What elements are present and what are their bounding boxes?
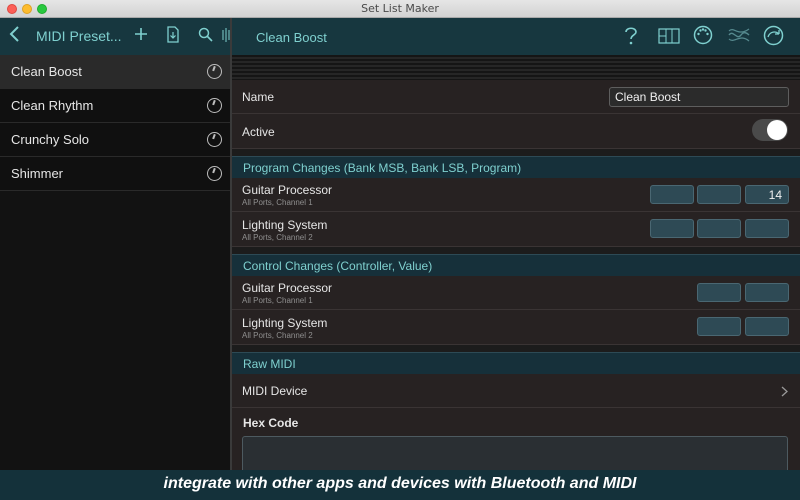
device-name: Guitar Processor <box>242 183 333 197</box>
program-changes-section-header: Program Changes (Bank MSB, Bank LSB, Pro… <box>232 156 800 178</box>
midi-connector-icon[interactable] <box>693 25 713 50</box>
sync-icon[interactable] <box>763 25 784 51</box>
midi-knob-icon <box>207 64 222 79</box>
program-field[interactable]: 14 <box>745 185 789 204</box>
device-name: Guitar Processor <box>242 281 333 295</box>
device-name: Lighting System <box>242 218 328 232</box>
active-row: Active <box>232 114 800 149</box>
title-bar: Set List Maker <box>0 0 800 18</box>
control-change-row: Lighting System All Ports, Channel 2 <box>232 310 800 345</box>
promo-caption: integrate with other apps and devices wi… <box>0 470 800 500</box>
bank-lsb-field[interactable] <box>697 185 741 204</box>
back-icon[interactable] <box>8 25 22 47</box>
control-changes-section-header: Control Changes (Controller, Value) <box>232 254 800 276</box>
preset-list-item[interactable]: Crunchy Solo <box>0 123 230 157</box>
midi-knob-icon <box>207 98 222 113</box>
midi-device-label: MIDI Device <box>242 384 308 398</box>
preset-list-header: MIDI Preset... <box>0 18 230 55</box>
value-field[interactable] <box>745 317 789 336</box>
program-change-row: Lighting System All Ports, Channel 2 <box>232 212 800 247</box>
bank-msb-field[interactable] <box>650 185 694 204</box>
device-port-channel: All Ports, Channel 1 <box>242 296 313 305</box>
raw-midi-section-header: Raw MIDI <box>232 352 800 374</box>
device-name: Lighting System <box>242 316 328 330</box>
program-field[interactable] <box>745 219 789 238</box>
preset-list-item[interactable]: Clean Rhythm <box>0 89 230 123</box>
header-divider-stripe <box>232 55 800 80</box>
program-change-row: Guitar Processor All Ports, Channel 1 14 <box>232 178 800 212</box>
preset-list-item[interactable]: Clean Boost <box>0 55 230 89</box>
device-port-channel: All Ports, Channel 1 <box>242 198 313 207</box>
sidebar-resize-handle-icon[interactable] <box>222 28 230 47</box>
preset-list-item[interactable]: Shimmer <box>0 157 230 191</box>
control-changes-header: Control Changes (Controller, Value) <box>243 259 433 273</box>
active-label: Active <box>242 125 275 139</box>
midi-knob-icon <box>207 132 222 147</box>
raw-midi-header: Raw MIDI <box>243 357 296 371</box>
hex-code-label: Hex Code <box>243 416 299 430</box>
detail-title: Clean Boost <box>256 30 327 45</box>
hex-code-input[interactable] <box>242 436 788 470</box>
controller-field[interactable] <box>697 317 741 336</box>
toggle-thumb <box>767 120 787 140</box>
active-toggle[interactable] <box>752 119 788 141</box>
preset-list: Clean Boost Clean Rhythm Crunchy Solo Sh… <box>0 55 230 470</box>
preset-name: Shimmer <box>11 166 64 181</box>
search-icon[interactable] <box>198 27 213 47</box>
app-window: Set List Maker MIDI Preset... Clean Boos… <box>0 0 800 500</box>
detail-header: Clean Boost <box>232 18 800 55</box>
preset-list-title: MIDI Preset... <box>36 28 122 44</box>
signal-waves-icon[interactable] <box>728 25 750 50</box>
device-port-channel: All Ports, Channel 2 <box>242 331 313 340</box>
name-field[interactable]: Clean Boost <box>609 87 789 107</box>
controller-field[interactable] <box>697 283 741 302</box>
midi-device-row[interactable]: MIDI Device <box>232 374 800 408</box>
preset-name: Clean Rhythm <box>11 98 94 113</box>
control-change-row: Guitar Processor All Ports, Channel 1 <box>232 276 800 310</box>
preset-name: Crunchy Solo <box>11 132 90 147</box>
layout-grid-icon[interactable] <box>658 28 680 49</box>
bank-msb-field[interactable] <box>650 219 694 238</box>
program-changes-header: Program Changes (Bank MSB, Bank LSB, Pro… <box>243 161 522 175</box>
help-icon[interactable] <box>624 26 638 51</box>
import-document-icon[interactable] <box>166 26 180 48</box>
value-field[interactable] <box>745 283 789 302</box>
promo-caption-text: integrate with other apps and devices wi… <box>163 475 637 492</box>
device-port-channel: All Ports, Channel 2 <box>242 233 313 242</box>
window-title: Set List Maker <box>361 2 439 15</box>
chevron-right-icon <box>781 384 788 400</box>
preset-name: Clean Boost <box>11 64 82 79</box>
bank-lsb-field[interactable] <box>697 219 741 238</box>
name-row: Name Clean Boost <box>232 80 800 114</box>
name-label: Name <box>242 90 275 104</box>
add-icon[interactable] <box>134 27 148 46</box>
preset-detail-panel: Name Clean Boost Active Program Changes … <box>232 80 800 470</box>
midi-knob-icon <box>207 166 222 181</box>
